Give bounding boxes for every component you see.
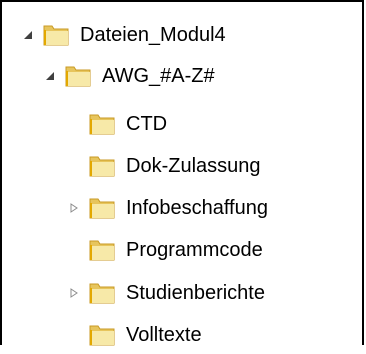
folder-tree-panel: Dateien_Modul4 AWG_#A-Z# CTD Dok-Zulassu…	[0, 0, 364, 346]
collapsed-triangle-icon[interactable]	[66, 200, 82, 216]
tree-item-studienberichte[interactable]: Studienberichte	[66, 274, 265, 312]
collapsed-triangle-icon[interactable]	[66, 285, 82, 301]
folder-icon	[88, 111, 116, 137]
folder-icon	[88, 237, 116, 263]
tree-item-infobeschaffung[interactable]: Infobeschaffung	[66, 189, 268, 227]
tree-item-label: AWG_#A-Z#	[102, 65, 215, 87]
tree-item-label: Programmcode	[126, 239, 263, 261]
tree-item-label: Dateien_Modul4	[80, 24, 226, 46]
expanded-triangle-icon[interactable]	[20, 27, 36, 43]
expanded-triangle-icon[interactable]	[42, 68, 58, 84]
tree-item-dateien-modul4[interactable]: Dateien_Modul4	[20, 16, 226, 54]
folder-icon	[88, 322, 116, 348]
tree-item-dok-zulassung[interactable]: Dok-Zulassung	[66, 147, 261, 185]
tree-item-label: Infobeschaffung	[126, 197, 268, 219]
folder-tree: Dateien_Modul4 AWG_#A-Z# CTD Dok-Zulassu…	[2, 2, 362, 346]
folder-icon	[88, 280, 116, 306]
folder-icon	[42, 22, 70, 48]
tree-item-programmcode[interactable]: Programmcode	[66, 231, 263, 269]
tree-item-label: Studienberichte	[126, 282, 265, 304]
tree-item-label: CTD	[126, 113, 168, 135]
tree-item-label: Dok-Zulassung	[126, 155, 261, 177]
folder-icon	[88, 153, 116, 179]
folder-icon	[64, 63, 92, 89]
tree-item-label: Volltexte	[126, 324, 202, 346]
tree-item-awg[interactable]: AWG_#A-Z#	[42, 57, 215, 95]
folder-icon	[88, 195, 116, 221]
tree-item-ctd[interactable]: CTD	[66, 105, 167, 143]
tree-item-volltexte[interactable]: Volltexte	[66, 316, 202, 354]
